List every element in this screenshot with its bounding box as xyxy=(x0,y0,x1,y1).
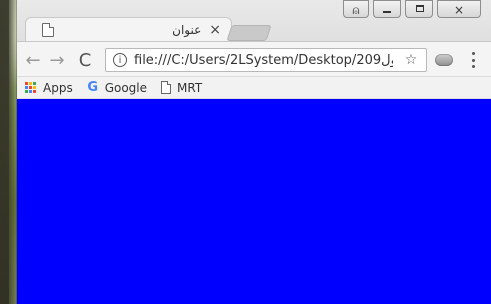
desktop-left-edge xyxy=(0,0,9,304)
toolbar: ← → C i file:///C:/Users/2LSystem/Deskto… xyxy=(17,42,491,77)
page-icon xyxy=(161,81,172,94)
tab-strip: عنوان × ⍝ × xyxy=(17,0,491,42)
google-g-icon: G xyxy=(87,79,99,95)
address-bar[interactable]: i file:///C:/Users/2LSystem/Desktop/اول2… xyxy=(105,48,427,72)
extension-icon[interactable] xyxy=(435,54,453,66)
more-vert-icon[interactable] xyxy=(469,52,477,68)
bookmark-google-label: Google xyxy=(104,80,148,95)
bookmark-google[interactable]: G Google xyxy=(87,81,147,95)
forward-button[interactable]: → xyxy=(47,50,67,71)
new-tab-button[interactable] xyxy=(226,25,272,41)
bookmark-mrt-label: MRT xyxy=(177,80,203,95)
bookmark-star-icon[interactable]: ☆ xyxy=(400,52,422,68)
window-controls: ⍝ × xyxy=(343,0,481,18)
tab-title: عنوان xyxy=(172,22,202,37)
tab-active[interactable]: عنوان × xyxy=(25,17,232,41)
menu-dot-1 xyxy=(471,52,475,55)
user-button[interactable]: ⍝ xyxy=(343,0,369,18)
bookmark-apps[interactable]: Apps xyxy=(25,81,73,95)
page-content[interactable] xyxy=(17,99,491,304)
minimize-icon xyxy=(383,11,391,13)
close-tab-icon[interactable]: × xyxy=(209,23,221,37)
bookmark-apps-label: Apps xyxy=(43,80,73,95)
bookmark-mrt[interactable]: MRT xyxy=(161,81,202,95)
info-icon[interactable]: i xyxy=(113,53,127,67)
user-icon: ⍝ xyxy=(352,3,360,17)
maximize-button[interactable] xyxy=(405,0,433,18)
menu-dot-2 xyxy=(471,58,475,62)
close-icon: × xyxy=(453,3,465,17)
close-window-button[interactable]: × xyxy=(437,0,481,18)
url-text[interactable]: file:///C:/Users/2LSystem/Desktop/اول209 xyxy=(134,53,393,68)
browser-window: عنوان × ⍝ × ← → C i file:///C:/Users/2LS… xyxy=(17,0,491,304)
maximize-icon xyxy=(416,5,424,12)
apps-icon xyxy=(25,81,37,94)
minimize-button[interactable] xyxy=(373,0,401,18)
menu-dot-3 xyxy=(471,65,475,68)
document-icon xyxy=(42,22,54,37)
reload-button[interactable]: C xyxy=(75,50,95,71)
back-button[interactable]: ← xyxy=(23,50,43,71)
bookmarks-bar: Apps G Google MRT xyxy=(17,77,491,99)
